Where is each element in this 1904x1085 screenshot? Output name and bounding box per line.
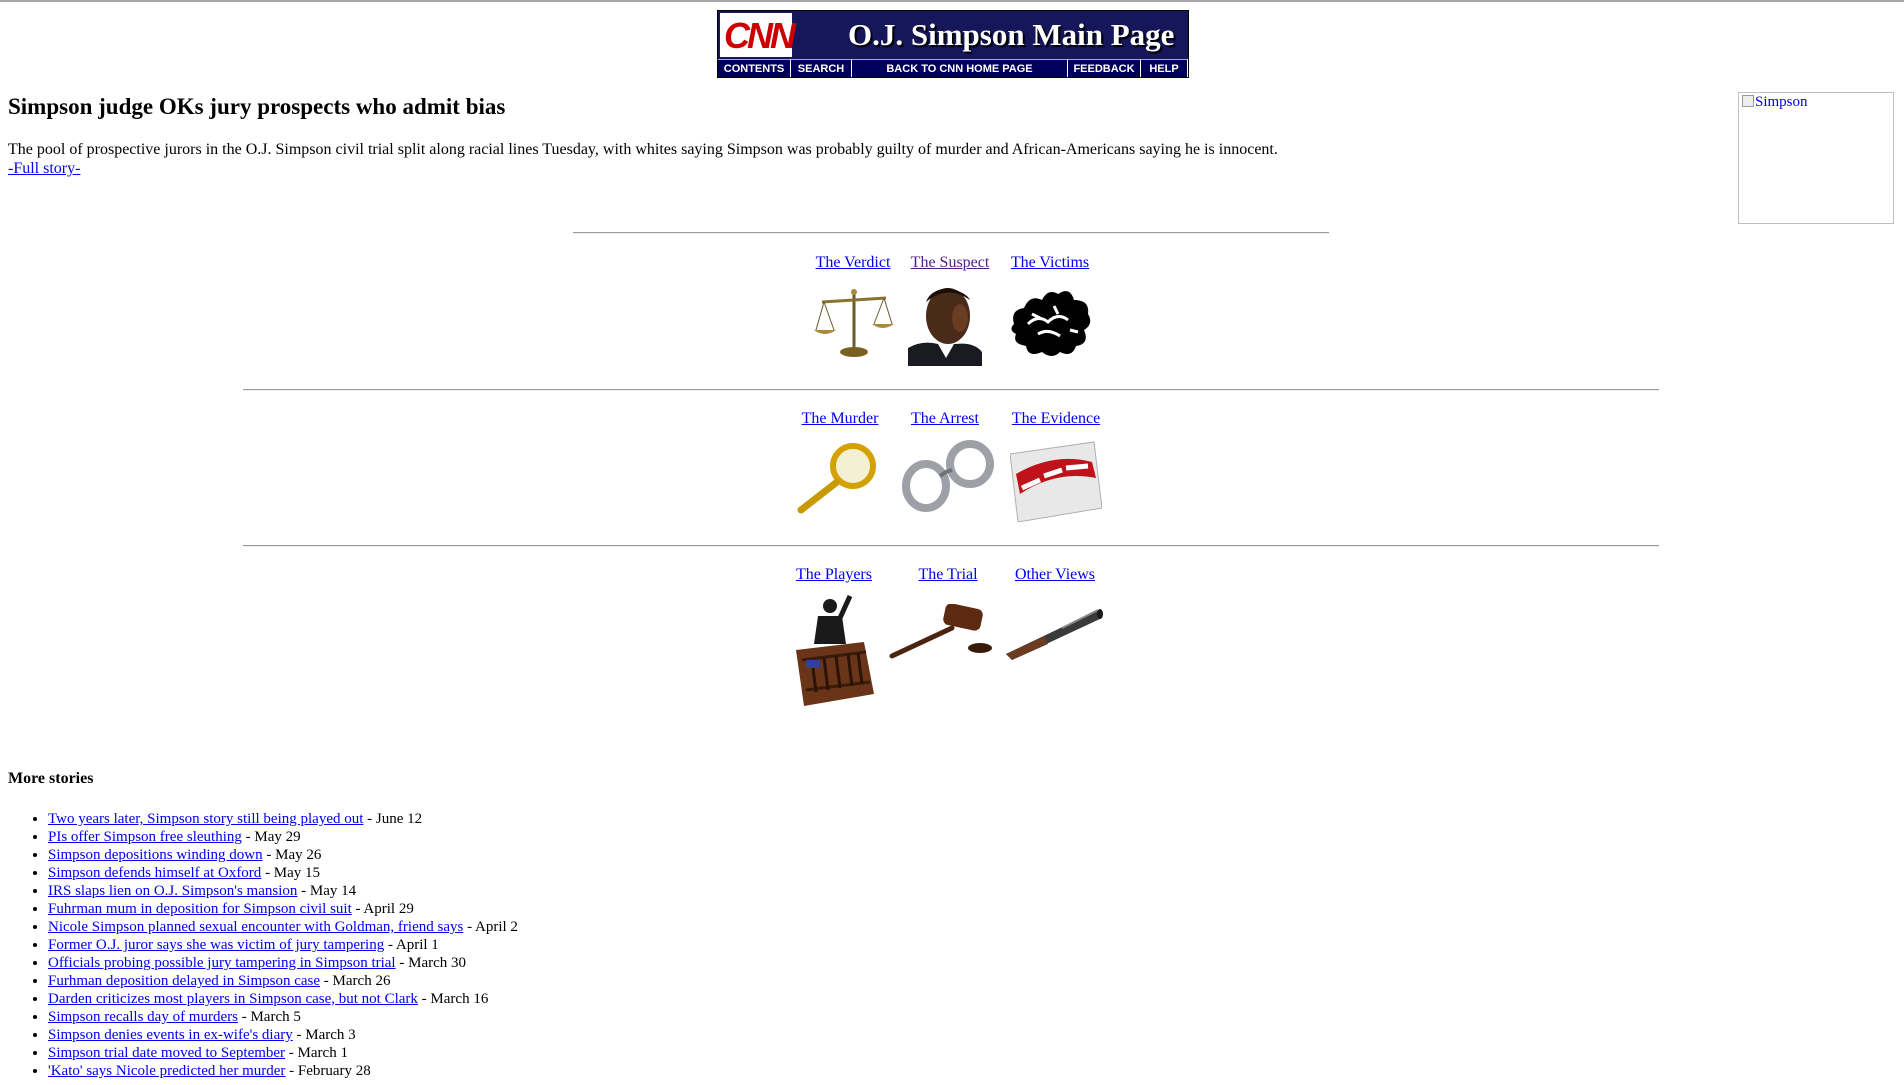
story-date: - April 29: [351, 901, 414, 917]
broken-image-icon: [1742, 95, 1754, 107]
divider: [243, 545, 1659, 547]
list-item: Two years later, Simpson story still bei…: [48, 810, 518, 828]
suspect-portrait[interactable]: [908, 282, 982, 366]
list-item: Furhman deposition delayed in Simpson ca…: [48, 972, 518, 990]
story-link[interactable]: Simpson depositions winding down: [48, 847, 263, 863]
top-border: [0, 0, 1904, 2]
section-suspect-link[interactable]: The Suspect: [911, 254, 990, 271]
story-date: - May 29: [241, 829, 301, 845]
story-link[interactable]: Nicole Simpson planned sexual encounter …: [48, 919, 463, 935]
section-players[interactable]: The Players: [792, 566, 876, 706]
story-link[interactable]: Officials probing possible jury tamperin…: [48, 955, 396, 971]
story-date: - April 2: [463, 919, 518, 935]
list-item: Simpson depositions winding down - May 2…: [48, 846, 518, 864]
list-item: Officials probing possible jury tamperin…: [48, 954, 518, 972]
evidence-card-icon[interactable]: [1010, 438, 1102, 522]
banner-nav: CONTENTS SEARCH BACK TO CNN HOME PAGE FE…: [718, 59, 1188, 77]
nav-contents-button[interactable]: CONTENTS: [718, 59, 791, 77]
story-link[interactable]: Former O.J. juror says she was victim of…: [48, 937, 384, 953]
telescope-icon[interactable]: [1004, 604, 1104, 660]
story-link[interactable]: Simpson trial date moved to September: [48, 1045, 285, 1061]
story-date: - March 1: [285, 1045, 348, 1061]
section-murder[interactable]: The Murder: [797, 410, 883, 522]
cnn-banner: CNN O.J. Simpson Main Page CONTENTS SEAR…: [717, 10, 1189, 78]
section-trial[interactable]: The Trial: [889, 566, 996, 678]
story-date: - March 30: [395, 955, 467, 971]
list-item: Darden criticizes most players in Simpso…: [48, 990, 518, 1008]
story-date: - February 28: [285, 1063, 371, 1079]
witness-stand-icon[interactable]: [794, 594, 876, 708]
section-evidence[interactable]: The Evidence: [1008, 410, 1104, 522]
list-item: Simpson recalls day of murders - March 5: [48, 1008, 518, 1026]
headline-lede: The pool of prospective jurors in the O.…: [8, 141, 1278, 158]
divider: [573, 232, 1329, 234]
section-victims[interactable]: The Victims: [1006, 254, 1094, 366]
story-link[interactable]: Darden criticizes most players in Simpso…: [48, 991, 418, 1007]
victims-icon[interactable]: [1008, 284, 1094, 360]
story-date: - March 16: [417, 991, 489, 1007]
more-stories-title: More stories: [8, 770, 94, 787]
story-link[interactable]: 'Kato' says Nicole predicted her murder: [48, 1063, 285, 1079]
list-item: IRS slaps lien on O.J. Simpson's mansion…: [48, 882, 518, 900]
section-verdict-link[interactable]: The Verdict: [816, 254, 891, 271]
story-link[interactable]: PIs offer Simpson free sleuthing: [48, 829, 242, 845]
story-link[interactable]: Simpson denies events in ex-wife's diary: [48, 1027, 293, 1043]
list-item: Fuhrman mum in deposition for Simpson ci…: [48, 900, 518, 918]
story-date: - May 26: [262, 847, 322, 863]
section-other-views-link[interactable]: Other Views: [1015, 566, 1095, 583]
story-date: - June 12: [363, 811, 423, 827]
list-item: 'Kato' says Nicole predicted her murder …: [48, 1062, 518, 1080]
full-story-link[interactable]: -Full story-: [8, 160, 80, 178]
nav-search-button[interactable]: SEARCH: [791, 59, 852, 77]
simpson-side-image[interactable]: Simpson: [1738, 92, 1894, 224]
section-evidence-link[interactable]: The Evidence: [1012, 410, 1100, 427]
story-date: - March 5: [237, 1009, 301, 1025]
section-trial-link[interactable]: The Trial: [918, 566, 977, 583]
cnn-logo[interactable]: CNN: [720, 13, 796, 57]
story-link[interactable]: Fuhrman mum in deposition for Simpson ci…: [48, 901, 352, 917]
section-verdict[interactable]: The Verdict: [814, 254, 894, 366]
magnifier-icon[interactable]: [797, 440, 883, 514]
story-link[interactable]: Simpson defends himself at Oxford: [48, 865, 261, 881]
scales-icon[interactable]: [814, 284, 894, 360]
section-suspect[interactable]: The Suspect: [908, 254, 992, 366]
story-date: - March 3: [292, 1027, 356, 1043]
section-victims-link[interactable]: The Victims: [1011, 254, 1089, 271]
list-item: Simpson denies events in ex-wife's diary…: [48, 1026, 518, 1044]
story-date: - May 15: [261, 865, 321, 881]
nav-help-button[interactable]: HELP: [1141, 59, 1188, 77]
section-arrest-link[interactable]: The Arrest: [911, 410, 979, 427]
nav-back-home-button[interactable]: BACK TO CNN HOME PAGE: [852, 59, 1068, 77]
simpson-image-link[interactable]: Simpson: [1755, 94, 1808, 110]
section-arrest[interactable]: The Arrest: [900, 410, 994, 522]
handcuffs-icon[interactable]: [900, 438, 996, 514]
divider: [243, 389, 1659, 391]
story-link[interactable]: IRS slaps lien on O.J. Simpson's mansion: [48, 883, 297, 899]
banner-title: O.J. Simpson Main Page: [848, 17, 1175, 52]
section-players-link[interactable]: The Players: [796, 566, 872, 583]
list-item: Simpson defends himself at Oxford - May …: [48, 864, 518, 882]
cnn-logo-text: CNN: [724, 15, 796, 56]
gavel-icon[interactable]: [888, 604, 992, 660]
story-date: - April 1: [384, 937, 439, 953]
list-item: Former O.J. juror says she was victim of…: [48, 936, 518, 954]
list-item: Simpson trial date moved to September - …: [48, 1044, 518, 1062]
story-link[interactable]: Two years later, Simpson story still bei…: [48, 811, 363, 827]
list-item: Nicole Simpson planned sexual encounter …: [48, 918, 518, 936]
nav-feedback-button[interactable]: FEEDBACK: [1068, 59, 1141, 77]
story-link[interactable]: Simpson recalls day of murders: [48, 1009, 238, 1025]
story-link[interactable]: Furhman deposition delayed in Simpson ca…: [48, 973, 320, 989]
more-stories-list: Two years later, Simpson story still bei…: [8, 810, 518, 1080]
headline: Simpson judge OKs jury prospects who adm…: [8, 94, 506, 119]
story-date: - May 14: [297, 883, 357, 899]
story-date: - March 26: [320, 973, 391, 989]
section-other-views[interactable]: Other Views: [1006, 566, 1103, 678]
section-murder-link[interactable]: The Murder: [802, 410, 879, 427]
list-item: PIs offer Simpson free sleuthing - May 2…: [48, 828, 518, 846]
